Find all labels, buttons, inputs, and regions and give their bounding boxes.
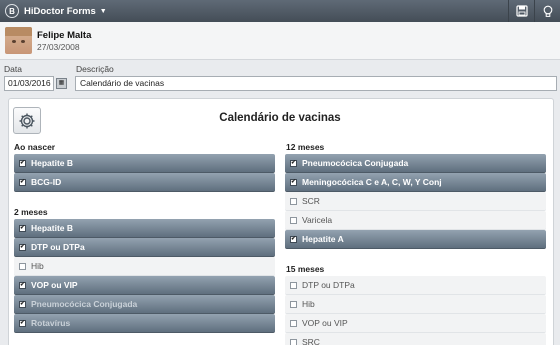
vaccine-hepatite-a-12m[interactable]: ✔ Hepatite A <box>285 230 546 249</box>
date-label: Data <box>4 64 22 74</box>
vaccine-dtp-15m[interactable]: DTP ou DTPa <box>285 276 546 295</box>
checkbox[interactable]: ✔ <box>19 178 26 186</box>
checkbox[interactable] <box>290 338 297 345</box>
vaccine-label: Hepatite B <box>31 158 74 168</box>
section-title-12-meses: 12 meses <box>286 142 325 152</box>
checkbox[interactable]: ✔ <box>290 178 297 186</box>
vaccine-label: VOP ou VIP <box>302 318 348 328</box>
section-title-2-meses: 2 meses <box>14 207 48 217</box>
checkbox[interactable]: ✔ <box>290 159 297 167</box>
vaccine-meningococica-12m[interactable]: ✔ Meningocócica C e A, C, W, Y Conj <box>285 173 546 192</box>
list-2-meses: ✔ Hepatite B ✔ DTP ou DTPa Hib ✔ VOP ou VIP… <box>14 219 275 333</box>
list-ao-nascer: ✔ Hepatite B ✔ BCG-ID <box>14 154 275 192</box>
checkbox[interactable]: ✔ <box>19 243 26 251</box>
vaccine-label: Hib <box>302 299 315 309</box>
patient-header: Felipe Malta 27/03/2008 <box>0 22 560 60</box>
vaccine-bcg-id[interactable]: ✔ BCG-ID <box>14 173 275 192</box>
vaccine-rotavirus-2m[interactable]: ✔ Rotavírus <box>14 314 275 333</box>
vaccine-vop-2m[interactable]: ✔ VOP ou VIP <box>14 276 275 295</box>
vaccine-src-15m[interactable]: SRC <box>285 333 546 345</box>
vaccine-label: Varicela <box>302 215 333 225</box>
vaccine-label: DTP ou DTPa <box>31 242 85 252</box>
section-title-ao-nascer: Ao nascer <box>14 142 56 152</box>
vaccine-label: Pneumocócica Conjugada <box>302 158 409 168</box>
lightbulb-icon <box>543 5 552 17</box>
chevron-down-icon[interactable]: ▼ <box>100 8 107 15</box>
app-header: B HiDoctor Forms ▼ <box>0 0 560 22</box>
checkbox[interactable]: ✔ <box>19 300 26 308</box>
vaccine-varicela-12m[interactable]: Varicela <box>285 211 546 230</box>
card-title: Calendário de vacinas <box>219 112 341 124</box>
vaccine-label: SCR <box>302 196 320 206</box>
vaccine-label: Hepatite B <box>31 223 74 233</box>
list-12-meses: ✔ Pneumocócica Conjugada ✔ Meningocócica C… <box>285 154 546 249</box>
checkbox[interactable] <box>290 281 297 289</box>
vaccine-label: Meningocócica C e A, C, W, Y Conj <box>302 177 442 187</box>
vaccine-label: Hib <box>31 261 44 271</box>
description-label: Descrição <box>76 64 114 74</box>
checkbox[interactable]: ✔ <box>290 235 297 243</box>
calendar-icon[interactable]: ▦ <box>56 78 67 89</box>
checkbox[interactable] <box>290 319 297 327</box>
checkbox[interactable]: ✔ <box>19 224 26 232</box>
vaccine-label: VOP ou VIP <box>31 280 78 290</box>
vaccine-hepatite-b-nascer[interactable]: ✔ Hepatite B <box>14 154 275 173</box>
list-15-meses: DTP ou DTPa Hib VOP ou VIP SRC <box>285 276 546 345</box>
vaccine-hib-2m[interactable]: Hib <box>14 257 275 276</box>
vaccine-pneumococica-2m[interactable]: ✔ Pneumocócica Conjugada <box>14 295 275 314</box>
checkbox[interactable] <box>290 300 297 308</box>
checkbox[interactable] <box>290 216 297 224</box>
vaccine-label: BCG-ID <box>31 177 62 187</box>
vaccine-label: SRC <box>302 337 320 345</box>
vaccine-pneumococica-12m[interactable]: ✔ Pneumocócica Conjugada <box>285 154 546 173</box>
patient-dob: 27/03/2008 <box>37 42 80 52</box>
app-logo-icon: B <box>5 4 19 18</box>
vaccine-label: Rotavírus <box>31 318 71 328</box>
save-button[interactable] <box>508 0 534 22</box>
vaccine-label: DTP ou DTPa <box>302 280 355 290</box>
patient-name: Felipe Malta <box>37 30 92 41</box>
vaccine-hib-15m[interactable]: Hib <box>285 295 546 314</box>
checkbox[interactable] <box>19 262 26 270</box>
vaccine-vop-15m[interactable]: VOP ou VIP <box>285 314 546 333</box>
date-field[interactable]: 01/03/2016 <box>4 76 54 91</box>
vaccine-label: Hepatite A <box>302 234 344 244</box>
vaccine-hepatite-b-2m[interactable]: ✔ Hepatite B <box>14 219 275 238</box>
checkbox[interactable]: ✔ <box>19 281 26 289</box>
checkbox[interactable] <box>290 197 297 205</box>
save-icon <box>515 5 528 17</box>
avatar <box>5 27 32 54</box>
vaccine-dtp-2m[interactable]: ✔ DTP ou DTPa <box>14 238 275 257</box>
vaccine-scr-12m[interactable]: SCR <box>285 192 546 211</box>
tips-button[interactable] <box>534 0 560 22</box>
section-title-15-meses: 15 meses <box>286 264 325 274</box>
checkbox[interactable]: ✔ <box>19 319 26 327</box>
app-title[interactable]: HiDoctor Forms <box>24 6 96 17</box>
checkbox[interactable]: ✔ <box>19 159 26 167</box>
description-field[interactable]: Calendário de vacinas <box>75 76 557 91</box>
vaccine-label: Pneumocócica Conjugada <box>31 299 138 309</box>
